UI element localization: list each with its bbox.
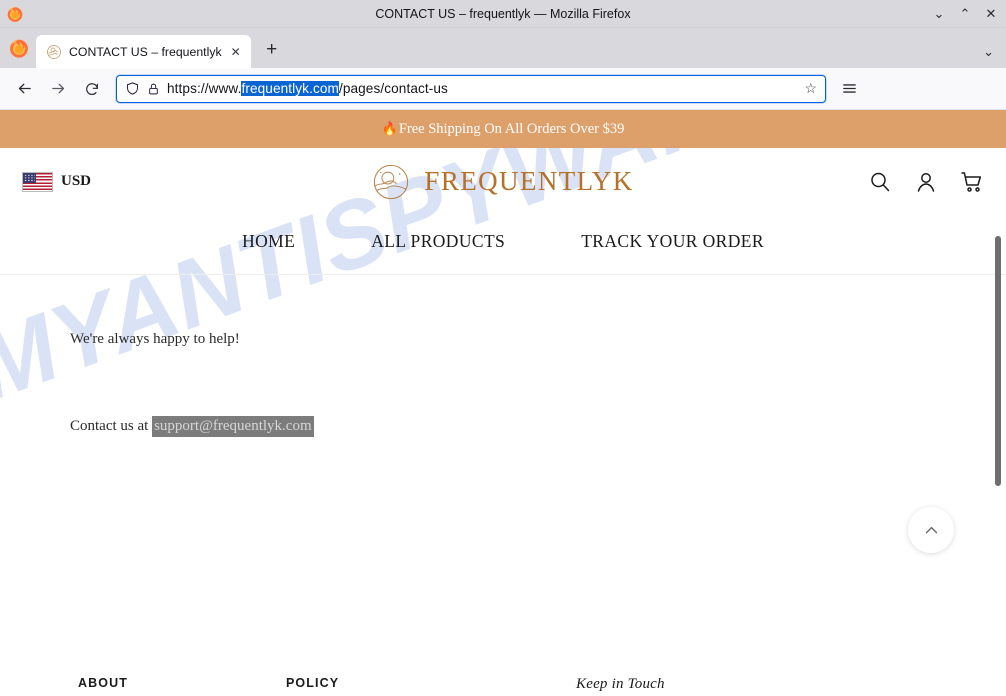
footer-heading-about: ABOUT <box>78 676 128 690</box>
site-navigation: HOME ALL PRODUCTS TRACK YOUR ORDER <box>0 215 1006 275</box>
url-selected-domain: frequentlyk.com <box>241 81 339 96</box>
maximize-button[interactable]: ⌃ <box>952 1 978 27</box>
back-button[interactable] <box>8 74 40 104</box>
site-header: USD FREQUENTLYK <box>0 148 1006 215</box>
us-flag-icon <box>22 171 53 192</box>
new-tab-button[interactable]: + <box>257 35 287 65</box>
tab-title: CONTACT US – frequentlyk <box>69 45 222 59</box>
bookmark-star-icon[interactable]: ☆ <box>804 80 817 97</box>
help-text: We're always happy to help! <box>70 331 240 347</box>
lock-icon <box>149 83 158 94</box>
url-prefix: https://www. <box>167 81 242 96</box>
nav-link-track-your-order[interactable]: TRACK YOUR ORDER <box>581 231 764 252</box>
app-menu-button[interactable] <box>834 74 864 104</box>
currency-label: USD <box>61 173 92 189</box>
fire-icon: 🔥 <box>381 121 398 136</box>
footer-column-keep-in-touch: Keep in Touch <box>576 676 665 693</box>
window-titlebar: CONTACT US – frequentlyk — Mozilla Firef… <box>0 0 1006 28</box>
page-content: We're always happy to help! Contact us a… <box>0 275 1006 437</box>
minimize-button[interactable]: ⌄ <box>926 1 952 27</box>
cart-icon[interactable] <box>960 170 984 194</box>
list-all-tabs-icon[interactable]: ⌄ <box>983 44 994 60</box>
url-text: https://www.frequentlyk.com/pages/contac… <box>167 81 797 96</box>
reload-button[interactable] <box>76 74 108 104</box>
announcement-text: Free Shipping On All Orders Over $39 <box>398 120 625 137</box>
close-button[interactable]: ✕ <box>978 1 1004 27</box>
footer-heading-keep-in-touch: Keep in Touch <box>576 676 665 692</box>
browser-tab[interactable]: CONTACT US – frequentlyk ✕ <box>36 35 251 69</box>
tab-strip: CONTACT US – frequentlyk ✕ + ⌄ <box>0 28 1006 69</box>
window-title: CONTACT US – frequentlyk — Mozilla Firef… <box>375 6 631 21</box>
header-icon-group <box>868 170 984 194</box>
tab-close-icon[interactable]: ✕ <box>229 45 243 59</box>
contact-prefix: Contact us at <box>70 418 153 434</box>
logo-wordmark: FREQUENTLYK <box>424 166 634 196</box>
firefox-logo-icon <box>7 6 23 22</box>
footer-column-about: ABOUT <box>78 676 286 693</box>
currency-selector[interactable]: USD <box>22 171 92 192</box>
page-scrollbar-thumb[interactable] <box>995 236 1001 486</box>
page-scrollbar[interactable] <box>992 148 1004 694</box>
search-icon[interactable] <box>868 170 892 194</box>
firefox-app-icon <box>10 39 28 58</box>
nav-link-home[interactable]: HOME <box>242 231 295 252</box>
window-controls: ⌄ ⌃ ✕ <box>926 1 1006 27</box>
address-bar[interactable]: https://www.frequentlyk.com/pages/contac… <box>116 74 826 103</box>
footer-heading-policy: POLICY <box>286 676 340 690</box>
back-to-top-button[interactable] <box>908 507 954 553</box>
nav-link-all-products[interactable]: ALL PRODUCTS <box>371 231 505 252</box>
chevron-up-icon <box>925 526 937 533</box>
url-suffix: /pages/contact-us <box>338 81 448 96</box>
site-favicon-icon <box>47 45 61 59</box>
account-icon[interactable] <box>914 170 938 194</box>
support-email[interactable]: support@frequentlyk.com <box>152 416 314 437</box>
footer-column-policy: POLICY <box>286 676 576 693</box>
page-viewport: MYANTISPYWARE.COM 🔥 Free Shipping On All… <box>0 110 1006 694</box>
browser-toolbar: https://www.frequentlyk.com/pages/contac… <box>0 68 1006 110</box>
shield-icon <box>127 82 138 95</box>
announcement-bar[interactable]: 🔥 Free Shipping On All Orders Over $39 <box>0 110 1006 148</box>
site-footer: ABOUT POLICY Keep in Touch <box>0 676 1006 694</box>
circle-landscape-emblem-icon <box>374 164 409 199</box>
forward-button[interactable] <box>42 74 74 104</box>
site-logo[interactable]: FREQUENTLYK <box>0 163 1006 201</box>
contact-line: Contact us at support@frequentlyk.com <box>70 416 1006 437</box>
